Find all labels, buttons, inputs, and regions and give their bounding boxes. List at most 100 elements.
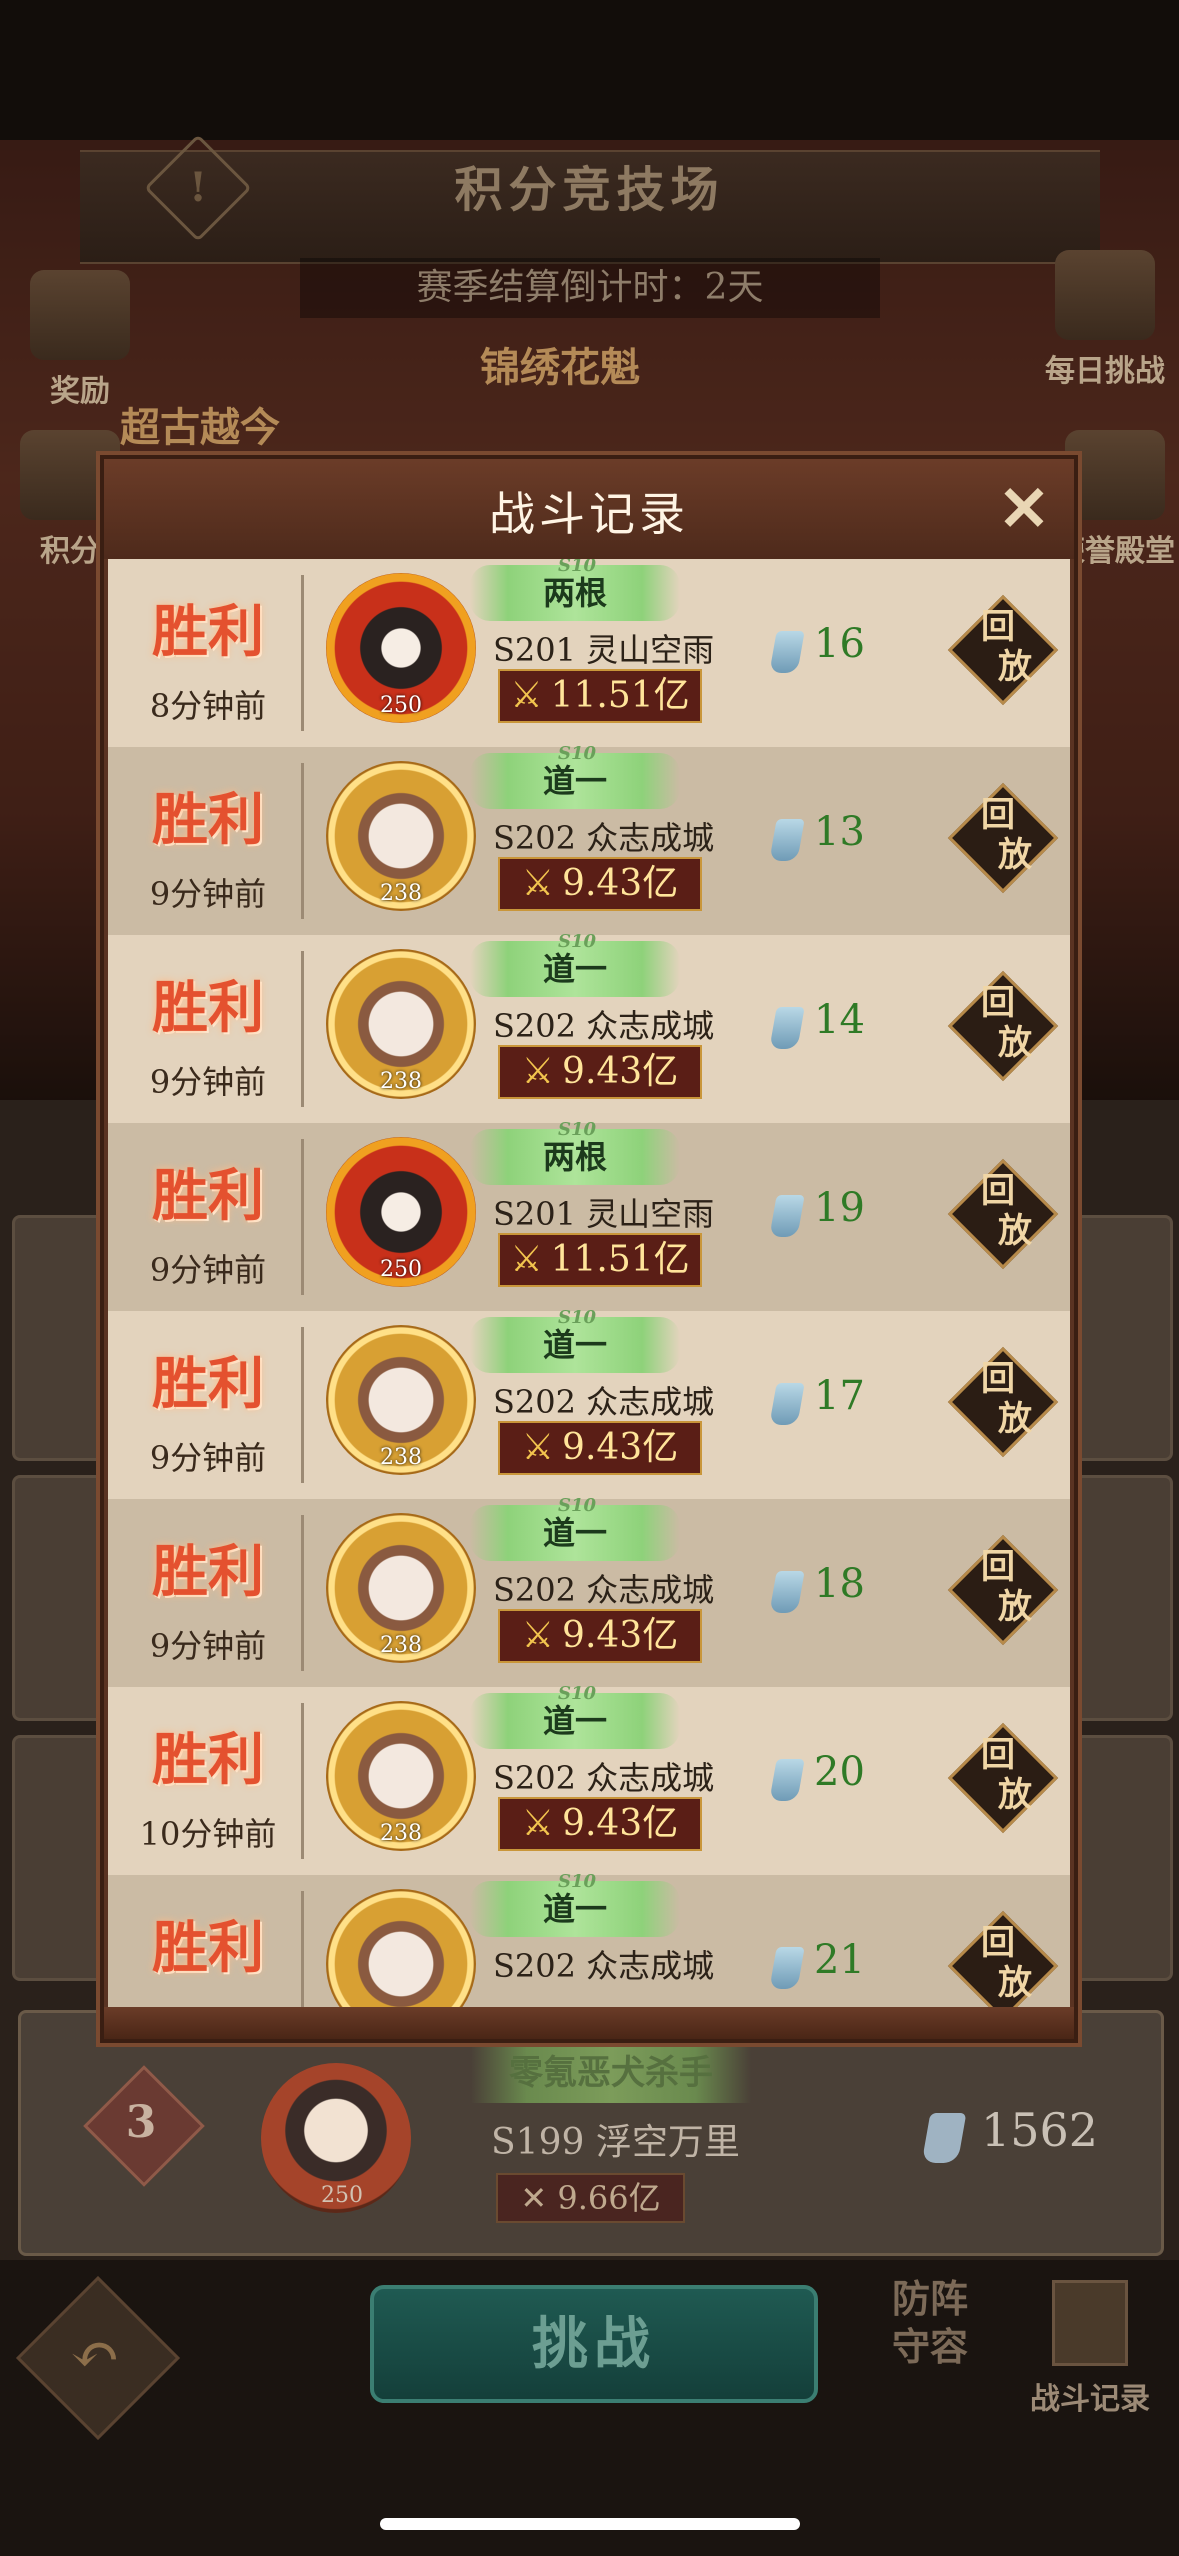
rank-number: 3 bbox=[125, 2097, 157, 2148]
score-flag-icon bbox=[921, 2113, 967, 2163]
battle-result: 胜利 bbox=[152, 1915, 264, 1981]
s10-badge-icon: S10 bbox=[558, 1307, 597, 1328]
rewards-button[interactable]: 奖励 bbox=[20, 270, 140, 410]
battle-result: 胜利 bbox=[152, 975, 264, 1041]
replay-label[interactable]: 回放 bbox=[933, 1923, 1063, 2007]
challenge-button[interactable]: 挑战 bbox=[370, 2285, 818, 2403]
player-server: S201 灵山空雨 bbox=[493, 631, 715, 669]
battle-result: 胜利 bbox=[152, 599, 264, 665]
modal-title: 战斗记录 bbox=[489, 487, 689, 541]
replay-label[interactable]: 回放 bbox=[933, 1547, 1063, 1637]
player-server: S202 众志成城 bbox=[493, 1571, 715, 1609]
crossed-swords-icon: ⚔ bbox=[521, 863, 555, 904]
modal-footer-edge bbox=[104, 2007, 1074, 2039]
records-list[interactable]: 胜利 8分钟前 250 两根 S10 S201 灵山空雨 ⚔ 11.51亿 16 回放胜利 9分钟前… bbox=[108, 559, 1070, 2007]
s10-badge-icon: S10 bbox=[558, 1871, 597, 1892]
avatar-level: 250 bbox=[380, 693, 422, 718]
treasure-chest-icon bbox=[30, 270, 130, 360]
player-server: S199 浮空万里 bbox=[491, 2122, 740, 2163]
combat-power: ⚔ 9.43亿 bbox=[498, 1797, 702, 1851]
player-server: S202 众志成城 bbox=[493, 1383, 715, 1421]
score-change: 13 bbox=[814, 809, 865, 855]
battle-time: 8分钟前 bbox=[149, 687, 267, 725]
season-countdown: 赛季结算倒计时：2天 bbox=[300, 258, 880, 318]
battle-record-row: 胜利 9分钟前 238 道一 S10 S202 众志成城 ⚔ 9.43亿 18 回放 bbox=[108, 1495, 1070, 1687]
battle-result: 胜利 bbox=[152, 1727, 264, 1793]
divider bbox=[301, 763, 304, 919]
score-change: 14 bbox=[814, 997, 865, 1043]
avatar-level: 238 bbox=[380, 1633, 422, 1658]
replay-label[interactable]: 回放 bbox=[933, 1171, 1063, 1261]
battle-time: 9分钟前 bbox=[149, 1627, 267, 1665]
battle-record-row: 胜利 9分钟前 238 道一 S10 S202 众志成城 ⚔ 9.43亿 13 回放 bbox=[108, 743, 1070, 935]
battle-record-row: 胜利 9分钟前 250 两根 S10 S201 灵山空雨 ⚔ 11.51亿 19 回放 bbox=[108, 1119, 1070, 1311]
divider bbox=[301, 1327, 304, 1483]
battle-record-row: 胜利 8分钟前 250 两根 S10 S201 灵山空雨 ⚔ 11.51亿 16 回放 bbox=[108, 559, 1070, 747]
hall-icon bbox=[1065, 430, 1165, 520]
back-arrow-icon: ↶ bbox=[69, 2320, 121, 2390]
score-change: 20 bbox=[814, 1749, 865, 1795]
crossed-swords-icon: ⚔ bbox=[510, 675, 543, 716]
battle-record-row: 胜利 10分钟前 238 道一 S10 S202 众志成城 ⚔ 9.43亿 20 回放 bbox=[108, 1683, 1070, 1875]
avatar-level: 238 bbox=[380, 1821, 422, 1846]
crossed-swords-icon: ⚔ bbox=[521, 1051, 555, 1092]
battle-time: 9分钟前 bbox=[149, 1439, 267, 1477]
battle-result: 胜利 bbox=[152, 1163, 264, 1229]
replay-label[interactable]: 回放 bbox=[933, 983, 1063, 1073]
battle-time: 10分钟前 bbox=[139, 1815, 277, 1853]
replay-label[interactable]: 回放 bbox=[933, 795, 1063, 885]
player-server: S202 众志成城 bbox=[493, 1947, 715, 1985]
opponent-avatar[interactable] bbox=[326, 1889, 476, 2007]
avatar-level: 238 bbox=[380, 1069, 422, 1094]
bg-title-tag: 锦绣花魁 bbox=[480, 344, 640, 391]
crossed-swords-icon: ⚔ bbox=[521, 1615, 555, 1656]
s10-badge-icon: S10 bbox=[558, 1495, 597, 1516]
home-indicator[interactable] bbox=[380, 2518, 800, 2530]
avatar-level: 238 bbox=[380, 881, 422, 906]
battle-result: 胜利 bbox=[152, 1351, 264, 1417]
player-server: S202 众志成城 bbox=[493, 819, 715, 857]
rank-row-3[interactable]: 3 250 零氪恶犬杀手 S199 浮空万里 ✕ 9.66亿 1562 bbox=[18, 2010, 1164, 2256]
replay-label[interactable]: 回放 bbox=[933, 1735, 1063, 1825]
defense-lineup-button[interactable]: 防阵 守容 bbox=[870, 2275, 990, 2395]
replay-label[interactable]: 回放 bbox=[933, 607, 1063, 697]
replay-label[interactable]: 回放 bbox=[933, 1359, 1063, 1449]
divider bbox=[301, 575, 304, 731]
divider bbox=[301, 1703, 304, 1859]
battle-records-modal: 战斗记录 ✕ 胜利 8分钟前 250 两根 S10 S201 灵山空雨 ⚔ 11.51亿 16 回… bbox=[100, 455, 1078, 2043]
score-change: 18 bbox=[814, 1561, 865, 1607]
avatar-level: 250 bbox=[380, 1257, 422, 1282]
crossed-swords-icon: ⚔ bbox=[521, 1427, 555, 1468]
divider bbox=[301, 1891, 304, 2007]
crossed-swords-icon: ⚔ bbox=[521, 1803, 555, 1844]
player-server: S202 众志成城 bbox=[493, 1759, 715, 1797]
battle-records-button[interactable]: 战斗记录 bbox=[1010, 2280, 1170, 2418]
divider bbox=[301, 951, 304, 1107]
daily-challenge-icon bbox=[1055, 250, 1155, 340]
combat-power: ⚔ 11.51亿 bbox=[498, 669, 702, 723]
battle-time: 9分钟前 bbox=[149, 1063, 267, 1101]
score-flag-icon bbox=[769, 1383, 805, 1425]
battle-record-row: 胜利 道一 S10 S202 众志成城 21 回放 bbox=[108, 1871, 1070, 2007]
battle-result: 胜利 bbox=[152, 787, 264, 853]
score-flag-icon bbox=[769, 1007, 805, 1049]
scroll-icon bbox=[1052, 2280, 1128, 2366]
close-icon[interactable]: ✕ bbox=[994, 478, 1054, 540]
s10-badge-icon: S10 bbox=[558, 931, 597, 952]
avatar-level: 238 bbox=[380, 1445, 422, 1470]
player-title-tag: 零氪恶犬杀手 bbox=[471, 2043, 751, 2103]
combat-power: ⚔ 9.43亿 bbox=[498, 1045, 702, 1099]
daily-challenge-button[interactable]: 每日挑战 bbox=[1020, 250, 1179, 390]
battle-result: 胜利 bbox=[152, 1539, 264, 1605]
combat-power: ⚔ 11.51亿 bbox=[498, 1233, 702, 1287]
divider bbox=[301, 1515, 304, 1671]
score-flag-icon bbox=[769, 631, 805, 673]
s10-badge-icon: S10 bbox=[558, 743, 597, 764]
score-change: 19 bbox=[814, 1185, 865, 1231]
battle-record-row: 胜利 9分钟前 238 道一 S10 S202 众志成城 ⚔ 9.43亿 14 回放 bbox=[108, 931, 1070, 1123]
score-flag-icon bbox=[769, 1947, 805, 1989]
combat-power: ⚔ 9.43亿 bbox=[498, 857, 702, 911]
combat-power: ✕ 9.66亿 bbox=[496, 2173, 685, 2223]
s10-badge-icon: S10 bbox=[558, 559, 597, 576]
score-change: 21 bbox=[814, 1937, 865, 1983]
